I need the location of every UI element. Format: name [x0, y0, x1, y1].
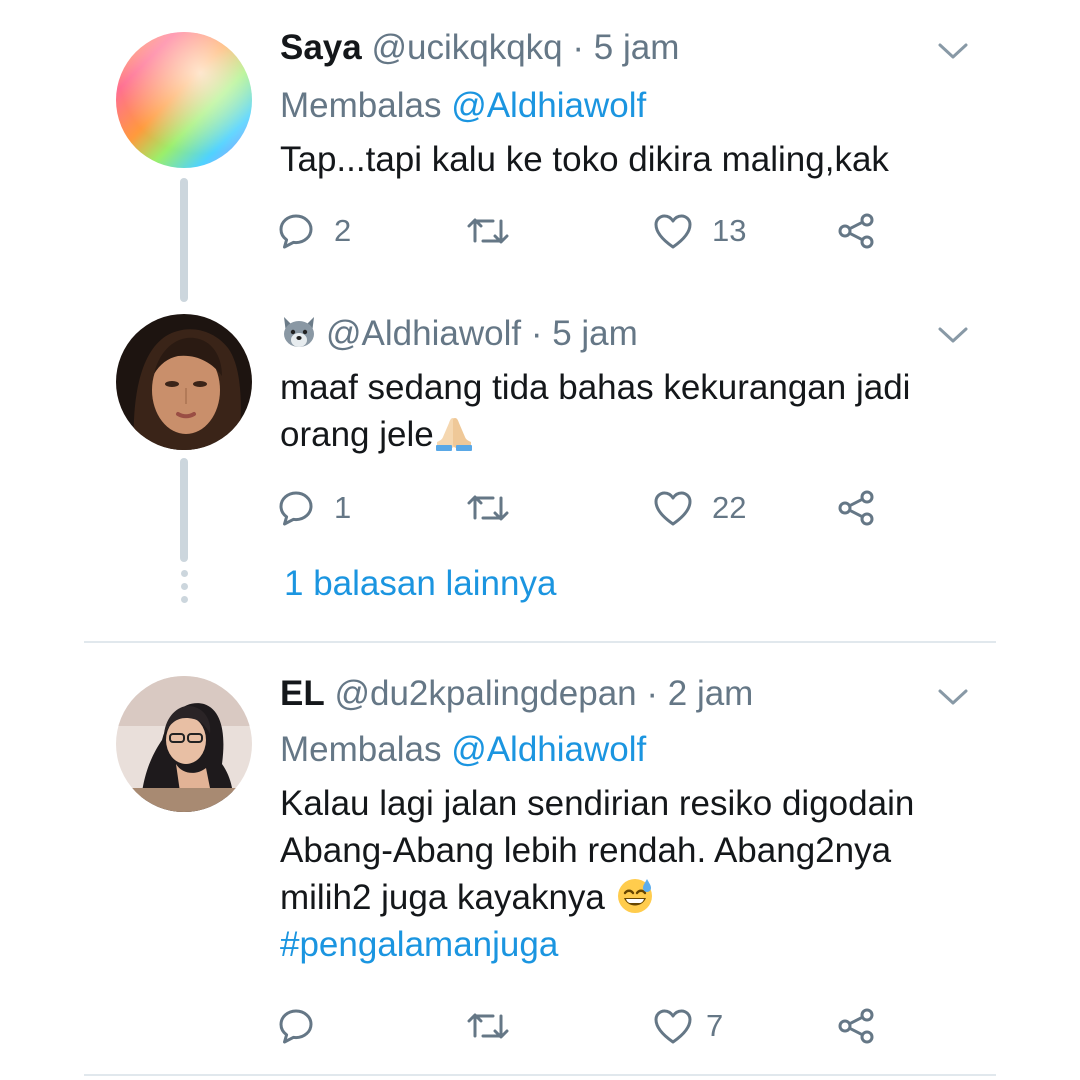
avatar[interactable]: [116, 676, 252, 812]
thread-connector: [180, 178, 188, 302]
tweet-header: Saya @ucikqkqkq · 5 jam: [280, 26, 679, 70]
tweet-text-content: Tap...tapi kalu ke toko dikira maling,ka…: [280, 140, 889, 179]
handle[interactable]: @Aldhiawolf: [326, 314, 521, 353]
display-name[interactable]: Saya: [280, 28, 362, 67]
reply-context: Membalas @Aldhiawolf: [280, 728, 646, 772]
share-icon: [838, 213, 874, 249]
heart-icon: [654, 1009, 692, 1044]
avatar[interactable]: [116, 32, 252, 168]
timestamp[interactable]: · 5 jam: [531, 314, 638, 353]
chevron-down-icon[interactable]: [936, 686, 970, 708]
timestamp[interactable]: · 5 jam: [572, 28, 679, 67]
retweet-icon: [467, 1013, 509, 1039]
reply-icon: [279, 491, 313, 526]
tweet-text-line: milih2 juga kayaknya: [280, 878, 605, 917]
heart-icon: [654, 491, 692, 526]
tweet-actions: 2 13: [276, 208, 896, 254]
like-count: 22: [712, 490, 747, 525]
chevron-down-icon[interactable]: [936, 324, 970, 346]
share-icon: [838, 490, 874, 526]
share-button[interactable]: [836, 1003, 878, 1049]
timestamp[interactable]: · 2 jam: [646, 674, 753, 713]
handle[interactable]: @ucikqkqkq: [371, 28, 562, 67]
reply-count: 1: [334, 490, 352, 525]
like-button[interactable]: 13: [652, 208, 746, 254]
retweet-button[interactable]: [466, 1003, 510, 1049]
reply-context: Membalas @Aldhiawolf: [280, 84, 646, 128]
reply-button[interactable]: [276, 1003, 316, 1049]
reply-icon: [279, 1009, 313, 1044]
retweet-icon: [467, 495, 509, 521]
tweet-header: @Aldhiawolf · 5 jam: [280, 312, 638, 356]
like-count: 7: [706, 1008, 724, 1043]
folded-hands-emoji-icon: [435, 418, 472, 451]
tweet-text: Kalau lagi jalan sendirian resiko digoda…: [280, 780, 1020, 968]
tweet-header: EL @du2kpalingdepan · 2 jam: [280, 672, 753, 716]
grinning-sweat-emoji-icon: [617, 879, 652, 913]
reply-mention-link[interactable]: @Aldhiawolf: [451, 86, 646, 125]
tweet-text-line: Abang-Abang lebih rendah. Abang2nya: [280, 831, 892, 870]
retweet-icon: [467, 218, 509, 244]
avatar[interactable]: [116, 314, 252, 450]
reply-count: 2: [334, 213, 352, 248]
reply-mention-link[interactable]: @Aldhiawolf: [451, 730, 646, 769]
tweet-3[interactable]: EL @du2kpalingdepan · 2 jam Membalas @Al…: [0, 660, 1080, 1060]
hijab-portrait-avatar-image: [116, 676, 252, 812]
rainbow-avatar-image: [116, 32, 252, 168]
hashtag-link[interactable]: #pengalamanjuga: [280, 925, 558, 964]
reply-thread: Saya @ucikqkqkq · 5 jam Membalas @Aldhia…: [0, 0, 1080, 1080]
like-button[interactable]: 7: [652, 1003, 723, 1049]
reply-button[interactable]: 1: [276, 485, 351, 531]
tweet-text-line: orang jele: [280, 415, 434, 454]
share-icon: [838, 1008, 874, 1044]
divider: [84, 1074, 996, 1076]
reply-button[interactable]: 2: [276, 208, 351, 254]
handle[interactable]: @du2kpalingdepan: [334, 674, 636, 713]
retweet-button[interactable]: [466, 485, 510, 531]
divider: [84, 641, 996, 643]
share-button[interactable]: [836, 208, 878, 254]
tweet-actions: 1 22: [276, 485, 896, 531]
chevron-down-icon[interactable]: [936, 40, 970, 62]
woman-portrait-avatar-image: [116, 314, 252, 450]
display-name[interactable]: EL: [280, 674, 325, 713]
retweet-button[interactable]: [466, 208, 510, 254]
more-replies-link[interactable]: 1 balasan lainnya: [284, 562, 556, 606]
tweet-1[interactable]: Saya @ucikqkqkq · 5 jam Membalas @Aldhia…: [0, 0, 1080, 290]
like-button[interactable]: 22: [652, 485, 746, 531]
tweet-text-line: maaf sedang tida bahas kekurangan jadi: [280, 368, 911, 407]
tweet-2[interactable]: @Aldhiawolf · 5 jam maaf sedang tida bah…: [0, 300, 1080, 560]
tweet-text-line: Kalau lagi jalan sendirian resiko digoda…: [280, 784, 915, 823]
heart-icon: [654, 214, 692, 249]
thread-more-dots: [179, 570, 189, 609]
like-count: 13: [712, 213, 747, 248]
tweet-text: maaf sedang tida bahas kekurangan jadi o…: [280, 364, 1020, 458]
tweet-text: Tap...tapi kalu ke toko dikira maling,ka…: [280, 136, 1020, 183]
tweet-actions: 7: [276, 1003, 896, 1049]
reply-icon: [279, 214, 313, 249]
thread-connector: [180, 458, 188, 562]
reply-prefix: Membalas: [280, 730, 442, 769]
wolf-emoji-icon: [284, 317, 314, 347]
share-button[interactable]: [836, 485, 878, 531]
reply-prefix: Membalas: [280, 86, 442, 125]
